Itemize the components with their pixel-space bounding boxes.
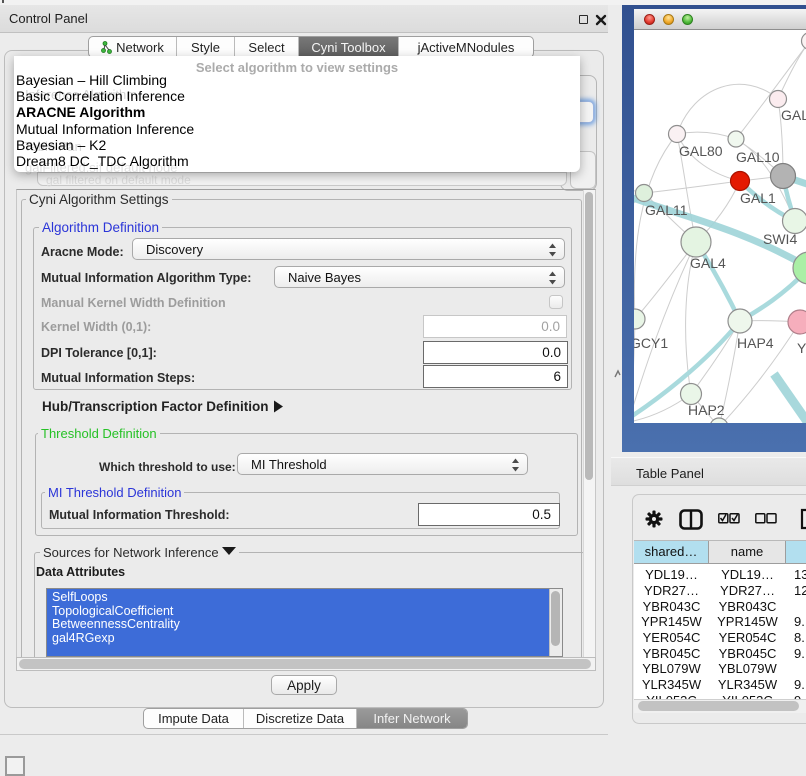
svg-text:GAL4: GAL4 — [690, 255, 726, 271]
svg-text:SWI4: SWI4 — [763, 231, 797, 247]
svg-text:GAL1: GAL1 — [740, 190, 776, 206]
svg-text:Y: Y — [797, 340, 806, 356]
svg-text:GAL10: GAL10 — [736, 149, 780, 165]
svg-text:GAL80: GAL80 — [679, 143, 723, 159]
svg-text:GCY1: GCY1 — [634, 335, 668, 351]
svg-text:GAL: GAL — [781, 107, 806, 123]
svg-text:GAL11: GAL11 — [645, 202, 688, 218]
svg-text:HAP2: HAP2 — [688, 402, 725, 418]
svg-text:HAP4: HAP4 — [737, 335, 774, 351]
